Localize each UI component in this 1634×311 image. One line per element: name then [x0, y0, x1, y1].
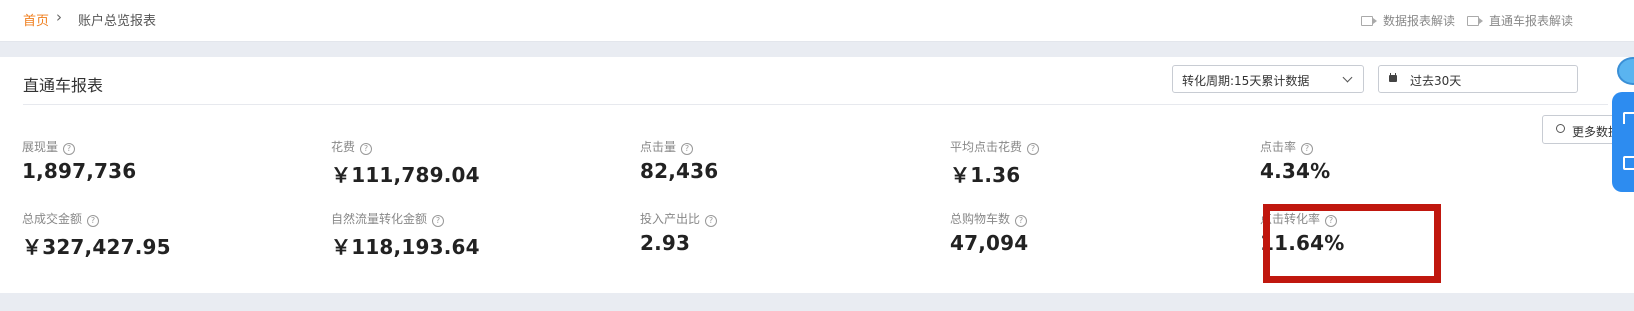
- metric-value: ￥327,427.95: [22, 235, 171, 259]
- feedback-icon[interactable]: [1623, 156, 1634, 170]
- highlight-box: [1263, 204, 1441, 283]
- metric-impressions: 展现量? 1,897,736: [22, 140, 137, 183]
- top-bar: 首页 › 账户总览报表 数据报表解读 直通车报表解读: [0, 0, 1634, 42]
- metric-clicks: 点击量? 82,436: [640, 140, 719, 183]
- help-icon[interactable]: ?: [1301, 143, 1314, 155]
- metric-organic-gmv: 自然流量转化金额? ￥118,193.64: [331, 212, 480, 259]
- video-icon: [1467, 16, 1483, 26]
- help-icon[interactable]: ?: [63, 143, 76, 155]
- breadcrumb-separator: ›: [56, 8, 62, 26]
- metric-total-gmv: 总成交金额? ￥327,427.95: [22, 212, 171, 259]
- help-icon[interactable]: ?: [432, 215, 445, 227]
- metric-cost: 花费? ￥111,789.04: [331, 140, 480, 187]
- metric-value: 47,094: [950, 231, 1029, 255]
- metric-value: 1,897,736: [22, 159, 137, 183]
- data-report-guide-link[interactable]: 数据报表解读: [1361, 12, 1455, 29]
- help-icon[interactable]: ?: [1027, 143, 1040, 155]
- metric-value: 2.93: [640, 231, 691, 255]
- breadcrumb-current: 账户总览报表: [78, 14, 157, 29]
- report-title: 直通车报表: [23, 76, 104, 95]
- help-icon[interactable]: ?: [87, 215, 100, 227]
- calendar-icon: [1389, 73, 1397, 82]
- gear-icon: [1556, 124, 1565, 133]
- bell-icon[interactable]: [1623, 112, 1634, 124]
- chevron-down-icon: [1342, 72, 1353, 83]
- page-background-strip: [0, 293, 1634, 311]
- metric-roi: 投入产出比? 2.93: [640, 208, 718, 255]
- help-icon[interactable]: ?: [1015, 215, 1028, 227]
- metric-value: ￥111,789.04: [331, 163, 480, 187]
- metric-value: ￥118,193.64: [331, 235, 480, 259]
- metric-value: 4.34%: [1260, 159, 1331, 183]
- metric-ctr: 点击率? 4.34%: [1260, 140, 1331, 183]
- help-icon[interactable]: ?: [681, 143, 694, 155]
- date-range-select[interactable]: 过去30天: [1378, 65, 1578, 93]
- help-icon[interactable]: ?: [705, 215, 718, 227]
- help-icon[interactable]: ?: [360, 143, 373, 155]
- metric-value: ￥1.36: [950, 163, 1021, 187]
- conversion-period-select[interactable]: 转化周期:15天累计数据: [1172, 65, 1364, 93]
- floating-side-panel[interactable]: [1612, 92, 1634, 192]
- metric-avg-cpc: 平均点击花费? ￥1.36: [950, 136, 1040, 187]
- title-divider: [23, 104, 1608, 105]
- breadcrumb-home-link[interactable]: 首页: [23, 10, 49, 29]
- ztc-report-guide-link[interactable]: 直通车报表解读: [1467, 12, 1573, 29]
- metric-value: 82,436: [640, 159, 719, 183]
- video-icon: [1361, 16, 1377, 26]
- metric-cart-adds: 总购物车数? 47,094: [950, 212, 1029, 255]
